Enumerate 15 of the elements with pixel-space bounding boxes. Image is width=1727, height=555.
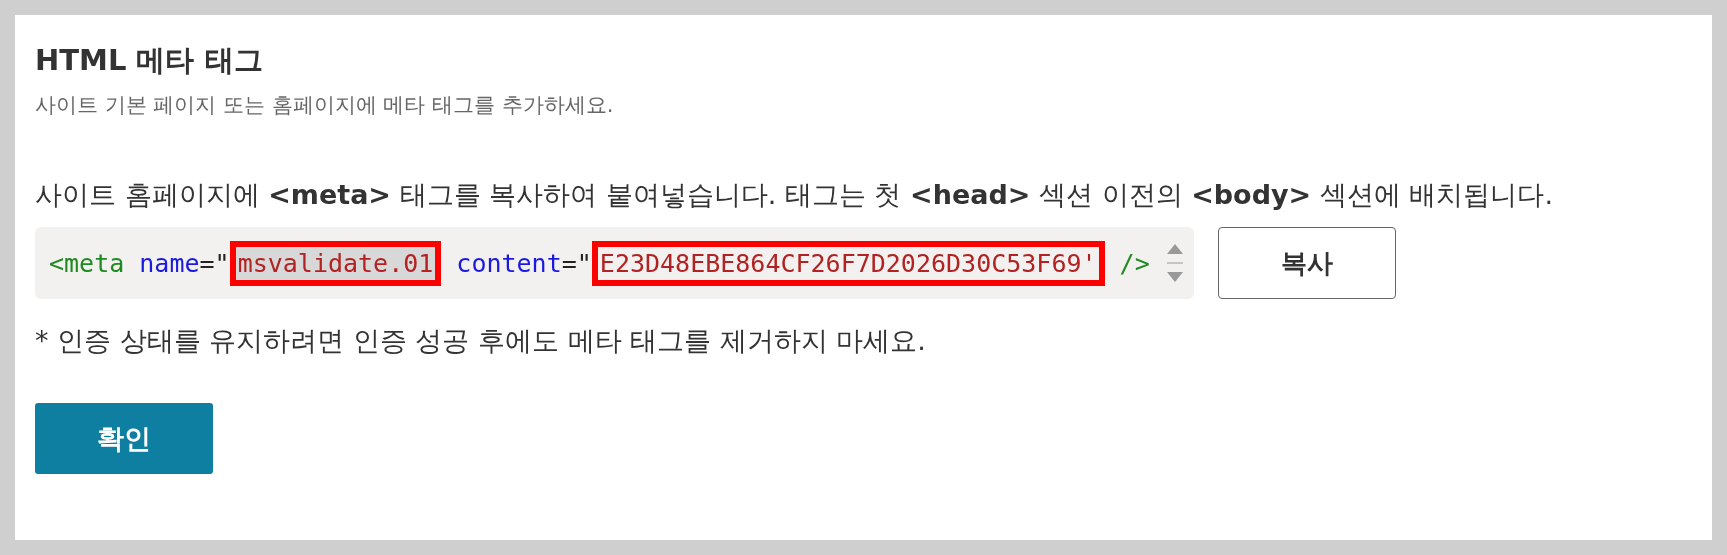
code-value: E23D48EBE864CF26F7D2026D30C53F69' <box>591 240 1105 286</box>
page-title: HTML 메타 태그 <box>35 42 264 79</box>
code-token: /> <box>1118 247 1150 280</box>
copy-button[interactable]: 복사 <box>1217 227 1396 299</box>
code-value: msvalidate.01 <box>229 240 442 286</box>
note-text: * 인증 상태를 유지하려면 인증 성공 후에도 메타 태그를 제거하지 마세요. <box>35 324 927 358</box>
code-token: content <box>455 247 562 280</box>
page-subtitle: 사이트 기본 페이지 또는 홈페이지에 메타 태그를 추가하세요. <box>35 92 615 119</box>
code-token: <meta <box>49 247 125 280</box>
code-token: =" <box>561 247 592 280</box>
code-snippet-field[interactable]: <meta name=" msvalidate.01 content=" E23D48EBE864CF26F7D2026D30C53F69' /> <box>35 227 1194 299</box>
code-token: name <box>138 247 200 280</box>
confirm-button[interactable]: 확인 <box>35 403 213 474</box>
instruction-text: 사이트 홈페이지에 <meta> 태그를 복사하여 붙여넣습니다. 태그는 첫 <head> 섹션 이전의 <body> 섹션에 배치됩니다. <box>35 178 1554 212</box>
code-token: =" <box>199 247 230 280</box>
